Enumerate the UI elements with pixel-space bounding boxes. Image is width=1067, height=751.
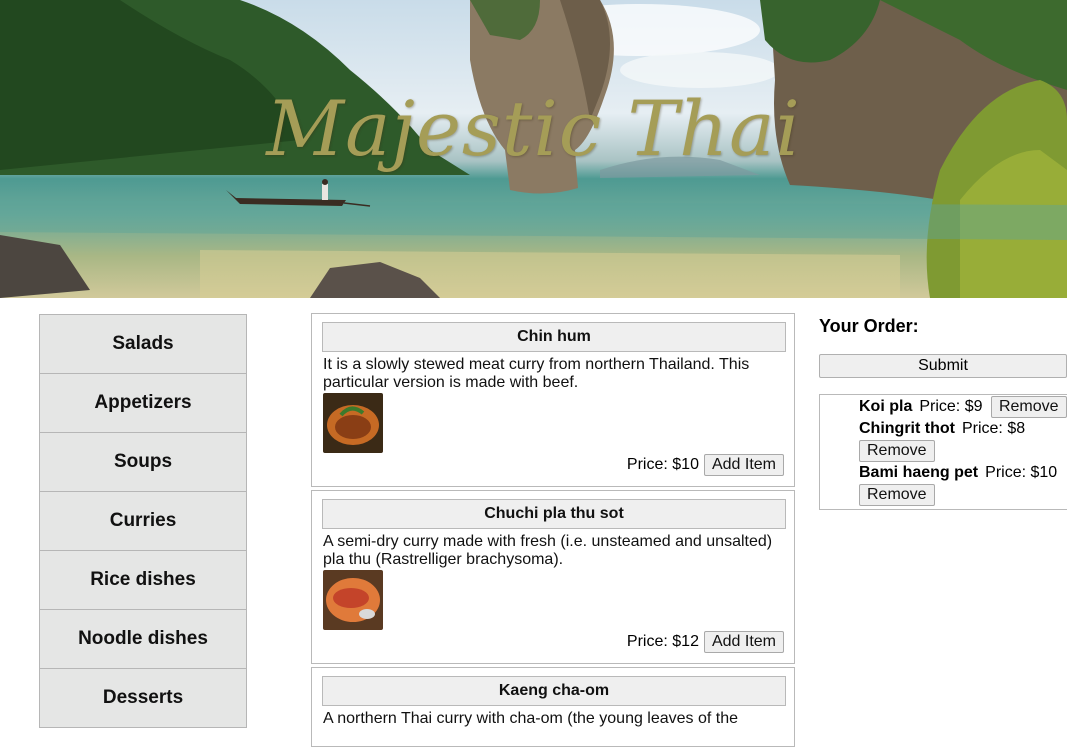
order-item-name: Chingrit thot — [859, 420, 955, 437]
category-soups[interactable]: Soups — [39, 432, 247, 492]
category-rice-dishes[interactable]: Rice dishes — [39, 550, 247, 610]
menu-item-name: Chin hum — [322, 322, 786, 352]
menu-item-price: Price: $10 — [626, 456, 699, 473]
menu-item-description: A semi-dry curry made with fresh (i.e. u… — [323, 533, 773, 568]
dish-photo-icon — [323, 570, 383, 630]
category-desserts[interactable]: Desserts — [39, 668, 247, 728]
add-item-button[interactable]: Add Item — [703, 631, 784, 653]
order-title: Your Order: — [819, 316, 919, 336]
menu-item-price: Price: $12 — [626, 633, 699, 650]
category-appetizers[interactable]: Appetizers — [39, 373, 247, 433]
site-title: Majestic Thai — [266, 84, 801, 173]
remove-item-button[interactable]: Remove — [990, 396, 1067, 418]
order-item-name: Koi pla — [859, 398, 913, 415]
submit-order-button[interactable]: Submit — [819, 354, 1067, 378]
category-noodle-dishes[interactable]: Noodle dishes — [39, 609, 247, 669]
order-item-price: Price: $8 — [961, 420, 1026, 437]
menu-item-description: It is a slowly stewed meat curry from no… — [323, 356, 750, 391]
menu-item-description: A northern Thai curry with cha-om (the y… — [323, 710, 739, 727]
order-panel: Your Order: Submit Koi pla Price: $9 Remo… — [819, 316, 1067, 510]
order-items-list: Koi pla Price: $9 Remove Chingrit thot Pri… — [819, 394, 1067, 510]
menu-item-card: Chuchi pla thu sot A semi-dry curry made… — [311, 490, 795, 664]
order-item-price: Price: $10 — [985, 464, 1058, 481]
category-salads[interactable]: Salads — [39, 314, 247, 374]
price-row: Price: $12 Add Item — [627, 631, 784, 653]
remove-item-button[interactable]: Remove — [859, 440, 935, 462]
menu-item-card: Kaeng cha-om A northern Thai curry with … — [311, 667, 795, 747]
menu-item-list: Chin hum It is a slowly stewed meat curr… — [311, 313, 795, 751]
order-item: Bami haeng pet Price: $10 Remove — [859, 463, 1067, 507]
header-banner: Majestic Thai — [0, 0, 1067, 298]
order-item-price: Price: $9 — [919, 398, 983, 415]
menu-item-name: Chuchi pla thu sot — [322, 499, 786, 529]
category-nav: Salads Appetizers Soups Curries Rice dis… — [39, 314, 247, 728]
dish-photo-icon — [323, 393, 383, 453]
menu-item-name: Kaeng cha-om — [322, 676, 786, 706]
price-row: Price: $10 Add Item — [627, 454, 784, 476]
menu-item-card: Chin hum It is a slowly stewed meat curr… — [311, 313, 795, 487]
add-item-button[interactable]: Add Item — [703, 454, 784, 476]
order-item: Chingrit thot Price: $8 Remove — [859, 419, 1067, 463]
order-item-name: Bami haeng pet — [859, 464, 979, 481]
order-item: Koi pla Price: $9 Remove — [859, 395, 1067, 419]
remove-item-button[interactable]: Remove — [859, 484, 935, 506]
category-curries[interactable]: Curries — [39, 491, 247, 551]
